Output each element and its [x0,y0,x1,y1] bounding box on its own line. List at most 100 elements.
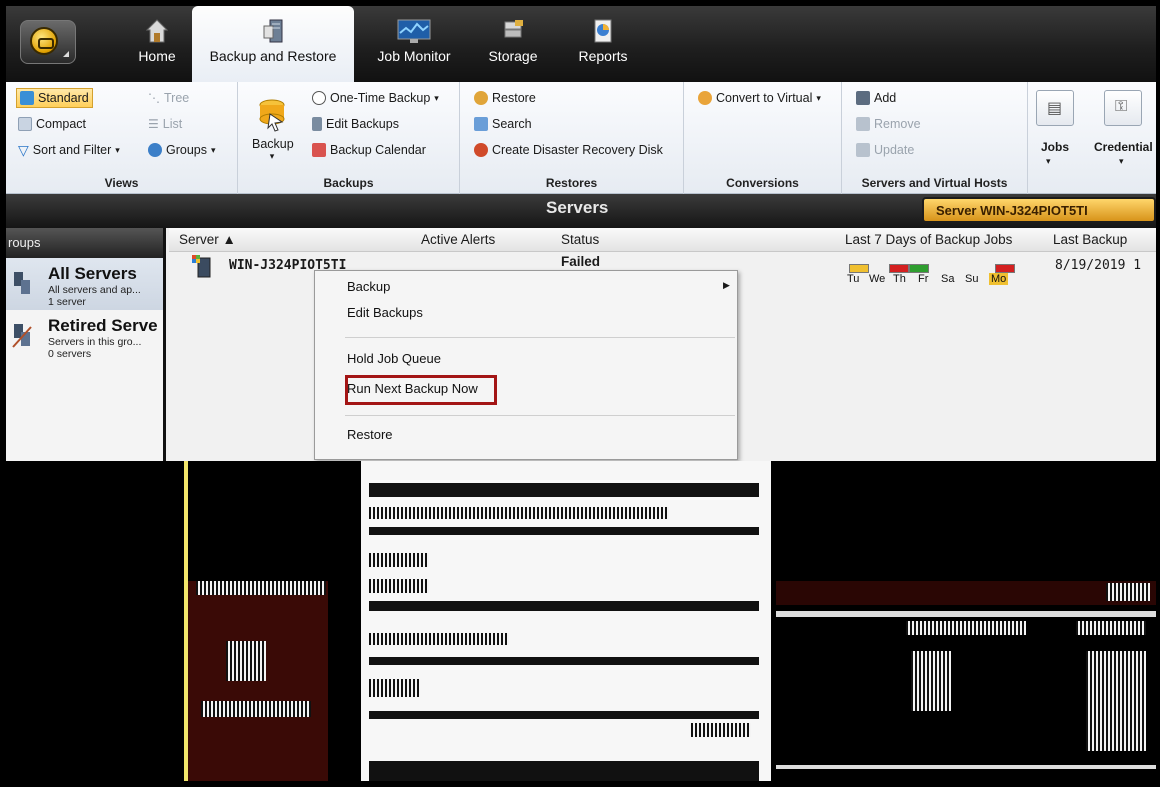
dropdown-arrow-icon: ▾ [1046,156,1051,166]
menu-item-backup[interactable]: Backup [347,279,390,294]
render-artifact-region [6,461,1156,781]
artifact-noise [226,641,266,681]
artifact-noise [369,579,429,593]
jobs-label[interactable]: Jobs [1036,140,1074,154]
tab-backup-and-restore[interactable]: Backup and Restore [192,6,354,82]
dropdown-arrow-icon: ▾ [269,151,275,161]
view-compact-button[interactable]: Compact [18,114,86,134]
edit-backups-button[interactable]: Edit Backups [312,114,399,134]
create-disaster-recovery-disk-button[interactable]: Create Disaster Recovery Disk [474,140,663,160]
group-all-servers[interactable]: All Servers All servers and ap... 1 serv… [6,258,163,310]
column-last-7-days[interactable]: Last 7 Days of Backup Jobs [845,232,1012,247]
dropdown-arrow-icon: ▾ [1119,156,1124,166]
group-retired-servers[interactable]: Retired Serve Servers in this gro... 0 s… [6,310,163,362]
credentials-label[interactable]: Credential [1094,140,1156,154]
app-window: Home Backup and Restore Job Monitor Stor… [6,6,1156,781]
tab-job-monitor[interactable]: Job Monitor [362,6,466,82]
artifact-noise [911,651,951,711]
jobs-icon-button[interactable]: ▤ [1036,90,1074,126]
groups-pane: roups All Servers All servers and ap... … [6,228,166,461]
convert-to-virtual-button[interactable]: Convert to Virtual ▾ [698,88,821,108]
application-menu-button[interactable] [20,20,76,64]
server-group-icon [14,272,30,294]
storage-icon [504,20,523,38]
tab-home[interactable]: Home [124,6,190,82]
dropdown-arrow-icon [63,51,69,57]
artifact-bar [369,761,759,781]
menu-item-run-next-backup-now[interactable]: Run Next Backup Now [347,381,478,396]
artifact-bar [369,483,759,497]
servers-title: Servers [546,198,609,217]
sort-and-filter-button[interactable]: ▽ Sort and Filter ▾ [18,140,120,160]
dropdown-arrow-icon: ▾ [816,92,821,103]
remove-server-button[interactable]: Remove [856,114,921,134]
column-active-alerts[interactable]: Active Alerts [421,232,495,247]
ribbon-group-servers-virtual-hosts: Add Remove Update Servers and Virtual Ho… [842,82,1028,194]
artifact-noise [1076,621,1146,635]
menu-separator [345,415,735,416]
backup-calendar-button[interactable]: Backup Calendar [312,140,426,160]
view-tree-button[interactable]: ⋱ Tree [148,88,189,108]
tab-reports[interactable]: Reports [568,6,638,82]
clock-icon [312,91,326,105]
edit-backups-icon [312,117,322,131]
convert-icon [698,91,712,105]
views-group-title: Views [104,176,139,190]
column-status[interactable]: Status [561,232,599,247]
artifact-noise [691,723,751,737]
search-button[interactable]: Search [474,114,532,134]
ribbon-group-restores: Restore Search Create Disaster Recovery … [460,82,684,194]
artifact-bar [369,527,759,535]
menu-item-edit-backups[interactable]: Edit Backups [347,305,423,320]
credential-key-icon: ⚿ [1115,98,1128,115]
reports-icon [594,19,612,43]
status-failed: Failed [561,254,601,269]
filter-icon: ▽ [18,141,29,158]
artifact-bar [369,657,759,665]
restores-group-title: Restores [545,176,598,190]
compact-view-icon [18,117,32,131]
dropdown-arrow-icon: ▾ [211,144,216,155]
calendar-icon [312,143,326,157]
credentials-icon-button[interactable]: ⚿ [1104,90,1142,126]
menu-separator [345,337,735,338]
artifact-noise [369,679,419,697]
column-server[interactable]: Server ▲ [179,232,236,247]
artifact-noise [1086,651,1146,751]
one-time-backup-button[interactable]: One-Time Backup ▾ [312,88,439,108]
list-icon: ☰ [148,117,159,131]
groups-icon [148,143,162,157]
servers-header-band: Servers Server WIN-J324PIOT5TI [6,194,1156,228]
view-standard-button[interactable]: Standard [16,88,93,108]
day-status-failed-icon [995,264,1015,273]
jobs-icon: ▤ [1047,100,1063,117]
update-server-button[interactable]: Update [856,140,914,160]
groups-button[interactable]: Groups ▾ [148,140,216,160]
last-7-days-indicator: Tu We Th Fr Sa Su Mo [845,256,1035,285]
add-server-button[interactable]: Add [856,88,896,108]
artifact-noise [201,701,311,717]
day-status-warning-icon [849,264,869,273]
artifact-block [188,581,328,781]
dropdown-arrow-icon: ▾ [434,92,439,103]
artifact-noise [369,553,429,567]
menu-item-restore[interactable]: Restore [347,427,393,442]
column-last-backup[interactable]: Last Backup [1053,232,1127,247]
server-breadcrumb-button[interactable]: Server WIN-J324PIOT5TI [922,197,1156,223]
submenu-arrow-icon: ▶ [723,280,730,290]
artifact-bar [776,765,1156,769]
artifact-noise [196,581,326,595]
view-list-button[interactable]: ☰ List [148,114,182,134]
artifact-noise [369,633,509,645]
tab-storage[interactable]: Storage [480,6,546,82]
servers-virtual-hosts-group-title: Servers and Virtual Hosts [861,176,1008,190]
backup-button[interactable]: Backup ▾ [252,96,294,162]
artifact-noise [906,621,1026,635]
artifact-noise [369,507,669,519]
conversions-group-title: Conversions [726,176,799,190]
restore-button[interactable]: Restore [474,88,536,108]
ribbon: Standard Compact ▽ Sort and Filter ▾ ⋱ T… [6,82,1156,194]
restore-icon [474,91,488,105]
menu-item-hold-job-queue[interactable]: Hold Job Queue [347,351,441,366]
tree-icon: ⋱ [148,91,160,105]
